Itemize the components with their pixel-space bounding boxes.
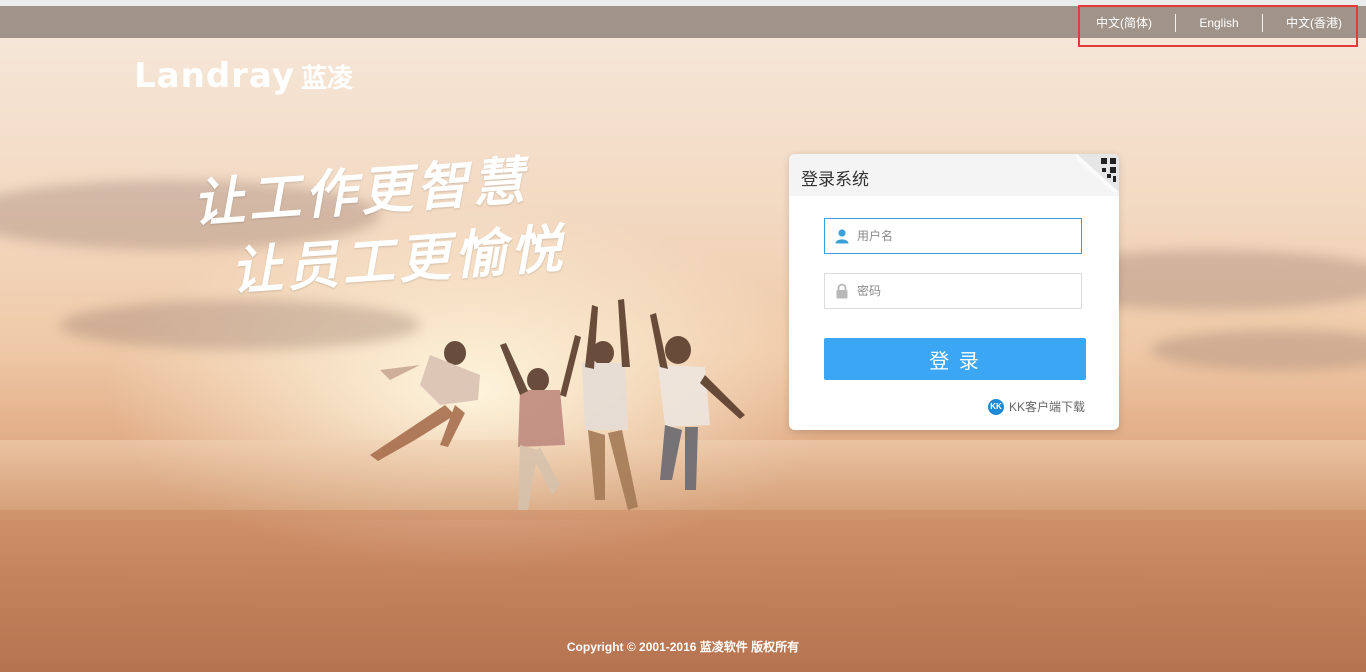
login-button[interactable]: 登 录 — [824, 338, 1086, 380]
lang-en-link[interactable]: English — [1199, 15, 1238, 31]
lock-icon — [836, 283, 848, 299]
username-field — [824, 218, 1082, 254]
kk-download-label: KK客户端下载 — [1008, 400, 1085, 414]
language-switcher: 中文(简体) English 中文(香港) — [1078, 5, 1358, 47]
lang-divider — [1261, 14, 1263, 32]
logo-text-cn: 蓝凌 — [300, 63, 353, 93]
copyright-footer: Copyright © 2001-2016 蓝凌软件 版权所有 — [566, 640, 800, 654]
lang-zh-hk-link[interactable]: 中文(香港) — [1286, 15, 1342, 31]
kk-download-link[interactable]: KK KK客户端下载 — [987, 398, 1085, 415]
login-title: 登录系统 — [801, 170, 869, 189]
logo-text-en: Landray — [134, 56, 295, 96]
username-input[interactable] — [857, 219, 1077, 253]
password-input[interactable] — [857, 274, 1077, 308]
jumping-people-image — [370, 299, 745, 510]
lang-divider — [1175, 14, 1177, 32]
login-panel: 登录系统 登 录 KK KK客户端下 — [789, 154, 1119, 430]
password-field — [824, 273, 1082, 309]
landray-logo: Landray 蓝凌 — [134, 56, 353, 96]
lang-zh-cn-link[interactable]: 中文(简体) — [1096, 15, 1152, 31]
login-header: 登录系统 — [789, 154, 1119, 196]
qr-code-icon[interactable] — [1077, 154, 1119, 192]
user-icon — [835, 229, 849, 244]
kk-client-icon: KK — [987, 398, 1004, 415]
